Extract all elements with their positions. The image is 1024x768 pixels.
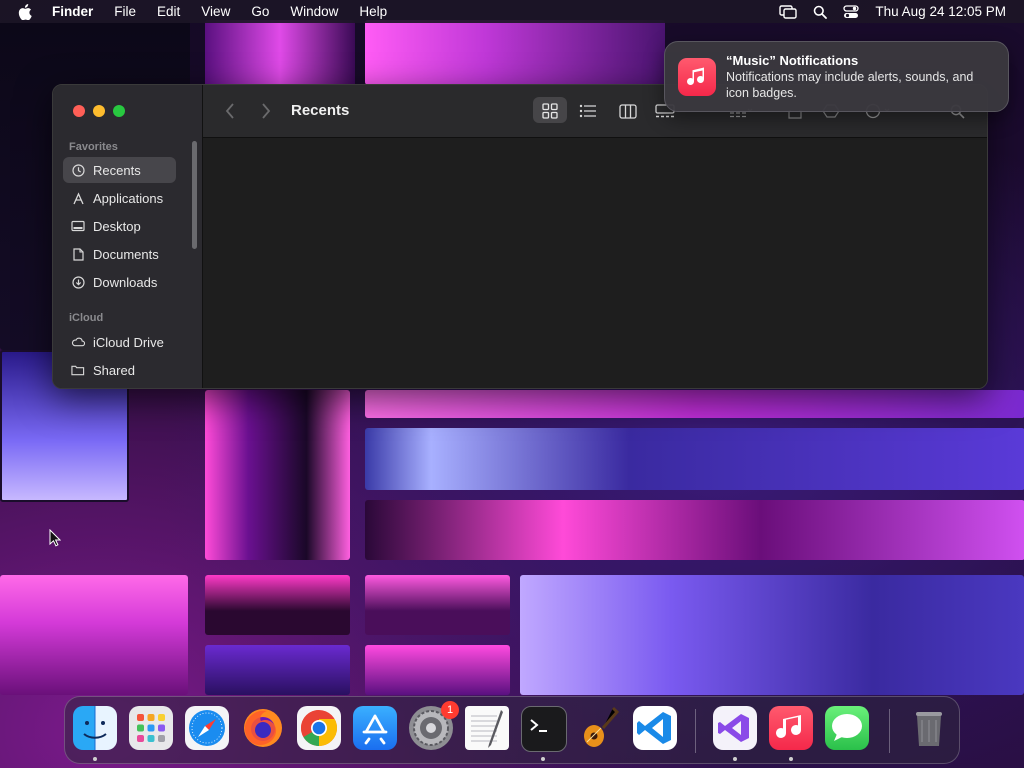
minimize-window-button[interactable]: [93, 105, 105, 117]
sidebar-item-desktop[interactable]: Desktop: [63, 213, 176, 239]
screen-mirroring-icon[interactable]: [779, 4, 798, 19]
dock-messages-icon[interactable]: [825, 706, 869, 750]
dock-app-store-icon[interactable]: [353, 706, 397, 750]
wallpaper-panel: [365, 500, 1024, 560]
menu-file[interactable]: File: [114, 4, 136, 19]
icon-view-icon[interactable]: [541, 101, 559, 121]
running-indicator: [541, 757, 545, 761]
wallpaper-panel: [365, 20, 665, 85]
apple-menu-icon[interactable]: [18, 3, 34, 20]
sidebar-item-label: Shared: [93, 362, 135, 378]
menu-go[interactable]: Go: [251, 4, 269, 19]
close-window-button[interactable]: [73, 105, 85, 117]
finder-content-area[interactable]: Recents: [203, 85, 987, 388]
wallpaper-panel: [205, 20, 355, 90]
download-icon: [71, 275, 85, 289]
menu-edit[interactable]: Edit: [157, 4, 180, 19]
dock-vscode-icon[interactable]: [633, 706, 677, 750]
dock-separator: [695, 709, 696, 753]
running-indicator: [93, 757, 97, 761]
forward-chevron-icon[interactable]: [261, 101, 271, 121]
menu-view[interactable]: View: [201, 4, 230, 19]
sidebar-item-documents[interactable]: Documents: [63, 241, 176, 267]
sidebar-item-label: Recents: [93, 162, 141, 178]
document-icon: [71, 247, 85, 261]
wallpaper-panel: [0, 575, 188, 695]
cloud-icon: [71, 335, 85, 349]
wallpaper-panel: [365, 645, 510, 695]
sidebar-item-label: Applications: [93, 190, 164, 206]
notification-title: “Music” Notifications: [726, 53, 859, 68]
applications-icon: [71, 191, 85, 205]
sidebar-scrollbar[interactable]: [192, 141, 197, 249]
dock-terminal-icon[interactable]: [521, 706, 567, 752]
running-indicator: [733, 757, 737, 761]
menu-window[interactable]: Window: [290, 4, 338, 19]
running-indicator: [789, 757, 793, 761]
dock-separator: [889, 709, 890, 753]
wallpaper-panel: [365, 428, 1024, 490]
dock-garageband-icon[interactable]: [577, 706, 621, 750]
spotlight-search-icon[interactable]: [813, 5, 828, 19]
wallpaper-panel: [205, 575, 350, 635]
control-center-icon[interactable]: [843, 4, 860, 19]
wallpaper-panel: [365, 390, 1024, 418]
dock: 1: [64, 696, 960, 764]
menu-clock[interactable]: Thu Aug 24 12:05 PM: [875, 4, 1006, 19]
clock-icon: [71, 163, 85, 177]
window-title: Recents: [291, 102, 350, 119]
dock-textedit-icon[interactable]: [465, 706, 509, 750]
dock-finder-icon[interactable]: [73, 706, 117, 750]
dock-chrome-icon[interactable]: [297, 706, 341, 750]
dock-launchpad-icon[interactable]: [129, 706, 173, 750]
sidebar-item-label: Documents: [93, 246, 159, 262]
wallpaper-panel: [365, 575, 510, 635]
dock-music-icon[interactable]: [769, 706, 813, 750]
wallpaper-panel: [205, 390, 350, 560]
sidebar-item-applications[interactable]: Applications: [63, 185, 176, 211]
dock-visual-studio-icon[interactable]: [713, 706, 757, 750]
music-note-icon: [678, 58, 716, 96]
notification-badge: 1: [441, 701, 459, 719]
sidebar-section-favorites: Favorites: [69, 141, 118, 153]
finder-sidebar: Favorites Recents Applications Desktop D…: [53, 85, 203, 388]
mouse-cursor-icon: [49, 528, 62, 552]
sidebar-item-recents[interactable]: Recents: [63, 157, 176, 183]
column-view-icon[interactable]: [618, 101, 638, 121]
shared-folder-icon: [71, 363, 85, 377]
zoom-window-button[interactable]: [113, 105, 125, 117]
sidebar-item-shared[interactable]: Shared: [63, 357, 176, 383]
wallpaper-panel: [520, 575, 1024, 695]
dock-firefox-icon[interactable]: [241, 706, 285, 750]
sidebar-item-label: iCloud Drive: [93, 334, 164, 350]
dock-trash-icon[interactable]: [907, 706, 951, 750]
menu-app-name[interactable]: Finder: [52, 4, 93, 19]
menu-help[interactable]: Help: [359, 4, 387, 19]
notification-body: Notifications may include alerts, sounds…: [726, 70, 974, 100]
list-view-icon[interactable]: [579, 101, 597, 121]
sidebar-item-label: Desktop: [93, 218, 141, 234]
sidebar-item-label: Downloads: [93, 274, 158, 290]
music-notification-banner[interactable]: “Music” Notifications Notifications may …: [664, 41, 1009, 112]
dock-safari-icon[interactable]: [185, 706, 229, 750]
sidebar-item-icloud-drive[interactable]: iCloud Drive: [63, 329, 176, 355]
sidebar-section-icloud: iCloud: [69, 312, 104, 324]
menu-bar: Finder File Edit View Go Window Help Thu…: [0, 0, 1024, 23]
wallpaper-panel: [205, 645, 350, 695]
back-chevron-icon[interactable]: [225, 101, 235, 121]
sidebar-item-downloads[interactable]: Downloads: [63, 269, 176, 295]
finder-window: Favorites Recents Applications Desktop D…: [52, 84, 988, 389]
desktop-icon: [71, 219, 85, 233]
